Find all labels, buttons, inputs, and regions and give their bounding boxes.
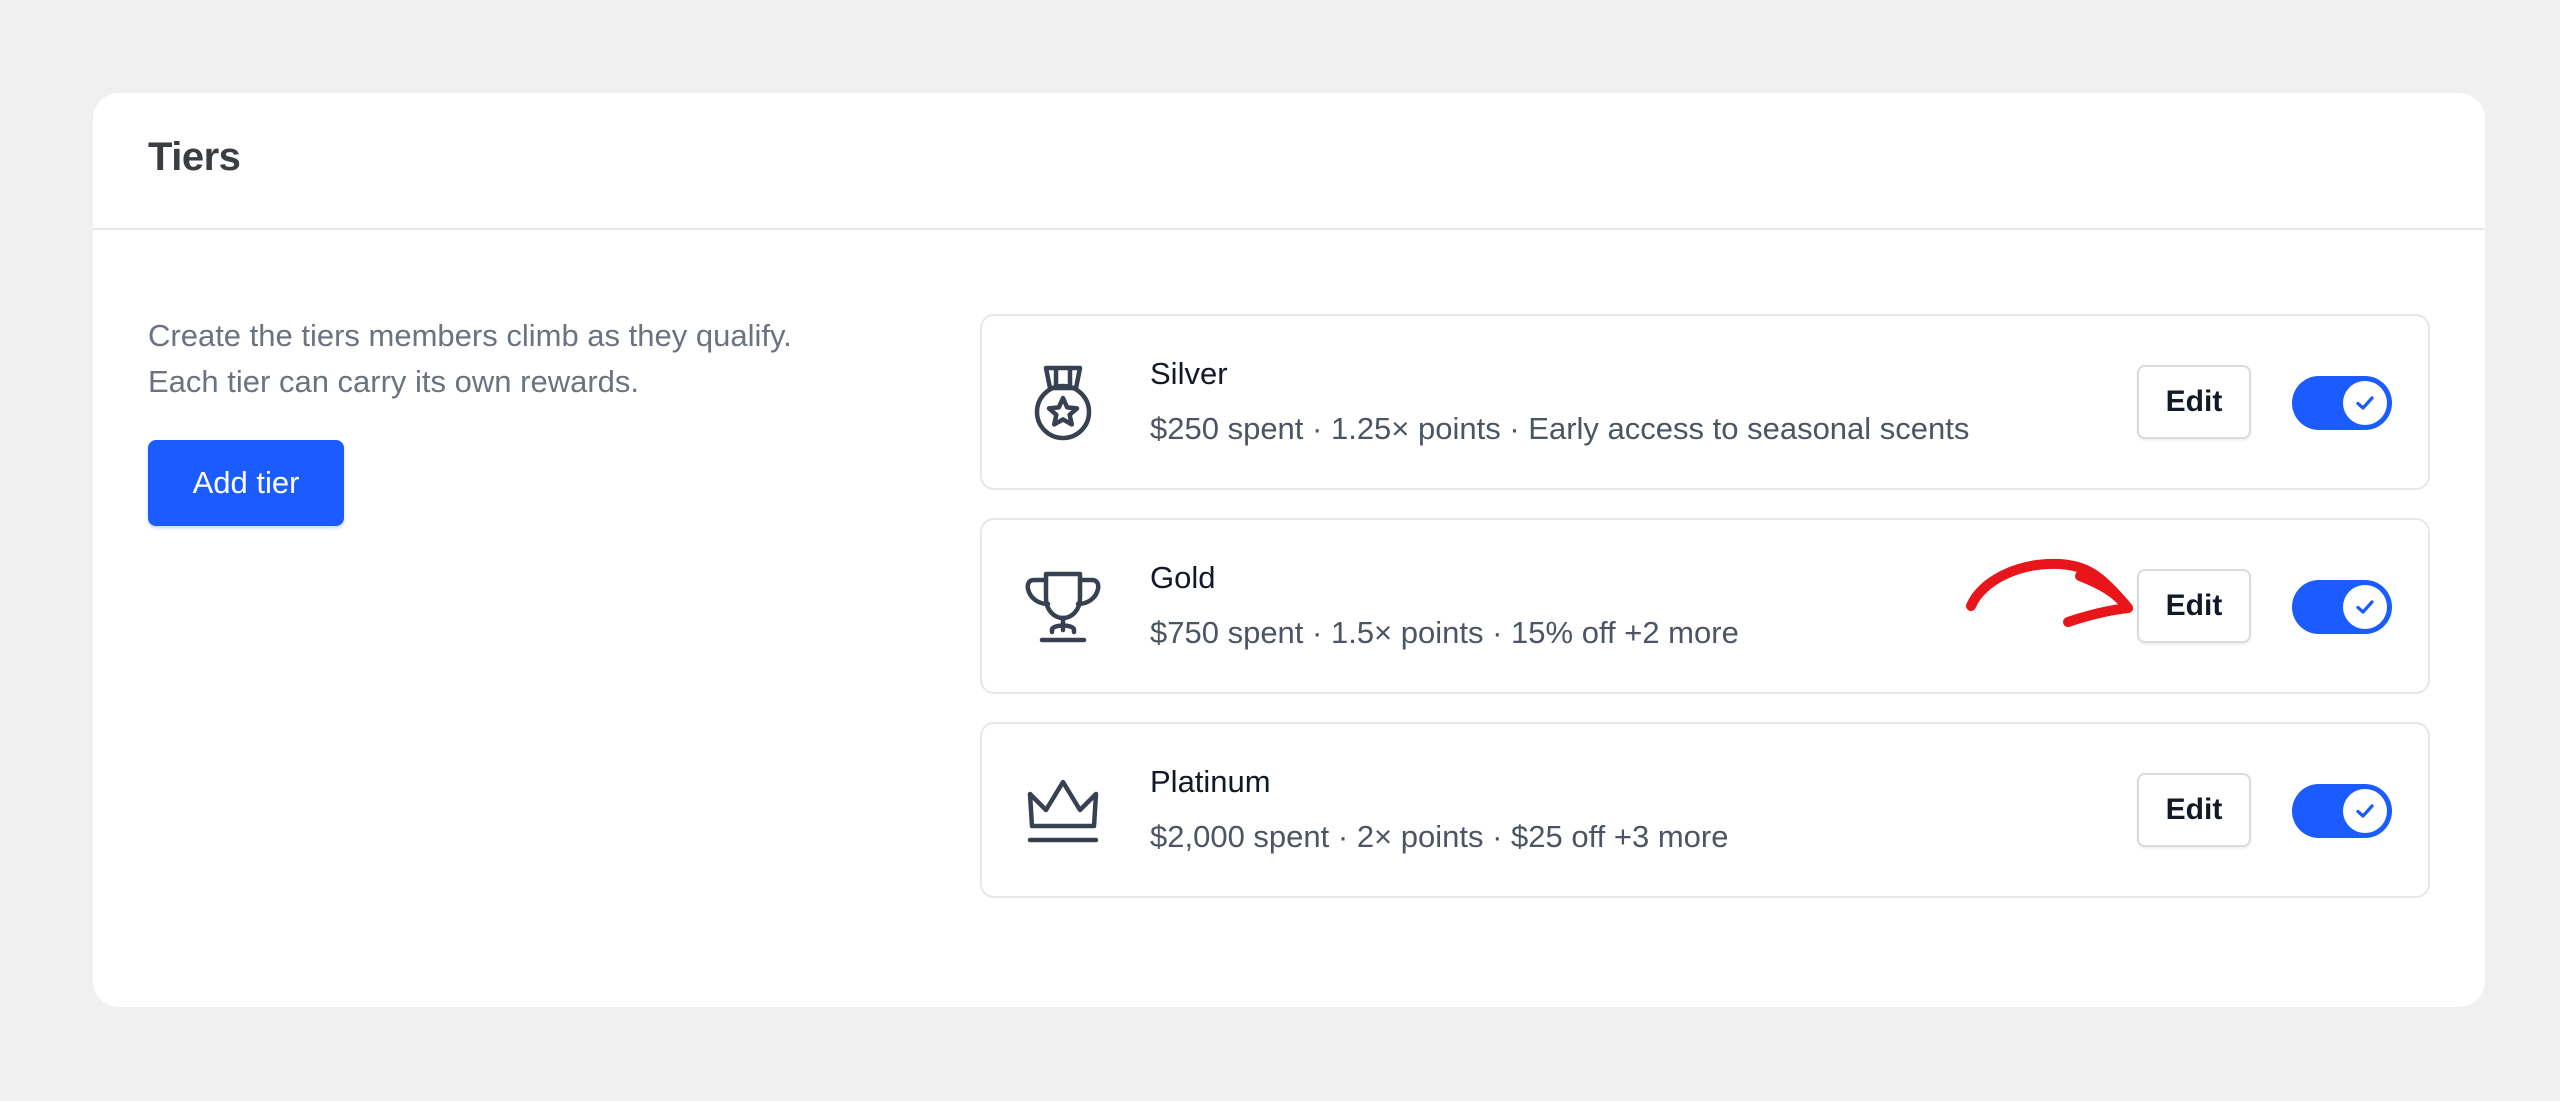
tier-description: $750 spent · 1.5× points · 15% off +2 mo… [1150,615,1739,650]
tier-description: $2,000 spent · 2× points · $25 off +3 mo… [1150,819,1729,854]
medal-icon [1022,362,1104,444]
tier-name: Silver [1150,356,1228,391]
tier-name: Platinum [1150,764,1271,799]
tier-row-gold: Gold $750 spent · 1.5× points · 15% off … [980,518,2430,694]
toggle-knob [2343,381,2387,425]
panel-intro: Create the tiers members climb as they q… [148,313,908,405]
intro-line: Each tier can carry its own rewards. [148,364,640,399]
intro-line: Create the tiers members climb as they q… [148,318,792,353]
edit-tier-button[interactable]: Edit [2137,773,2251,847]
tier-description: $250 spent · 1.25× points · Early access… [1150,411,1970,446]
tier-enabled-toggle[interactable] [2292,376,2392,430]
annotation-arrow-icon [1966,558,2133,627]
tier-name: Gold [1150,560,1216,595]
check-icon [2356,396,2374,410]
toggle-knob [2343,789,2387,833]
add-tier-button[interactable]: Add tier [148,440,344,526]
tier-row-platinum: Platinum $2,000 spent · 2× points · $25 … [980,722,2430,898]
check-icon [2356,600,2374,614]
panel-title: Tiers [148,135,241,179]
panel-header: Tiers [93,93,2485,230]
trophy-icon [1022,566,1104,648]
tier-enabled-toggle[interactable] [2292,580,2392,634]
tier-enabled-toggle[interactable] [2292,784,2392,838]
toggle-knob [2343,585,2387,629]
check-icon [2356,804,2374,818]
edit-tier-button[interactable]: Edit [2137,365,2251,439]
crown-icon [1022,770,1104,852]
edit-tier-button[interactable]: Edit [2137,569,2251,643]
tier-list: Silver $250 spent · 1.25× points · Early… [980,314,2430,926]
tier-row-silver: Silver $250 spent · 1.25× points · Early… [980,314,2430,490]
